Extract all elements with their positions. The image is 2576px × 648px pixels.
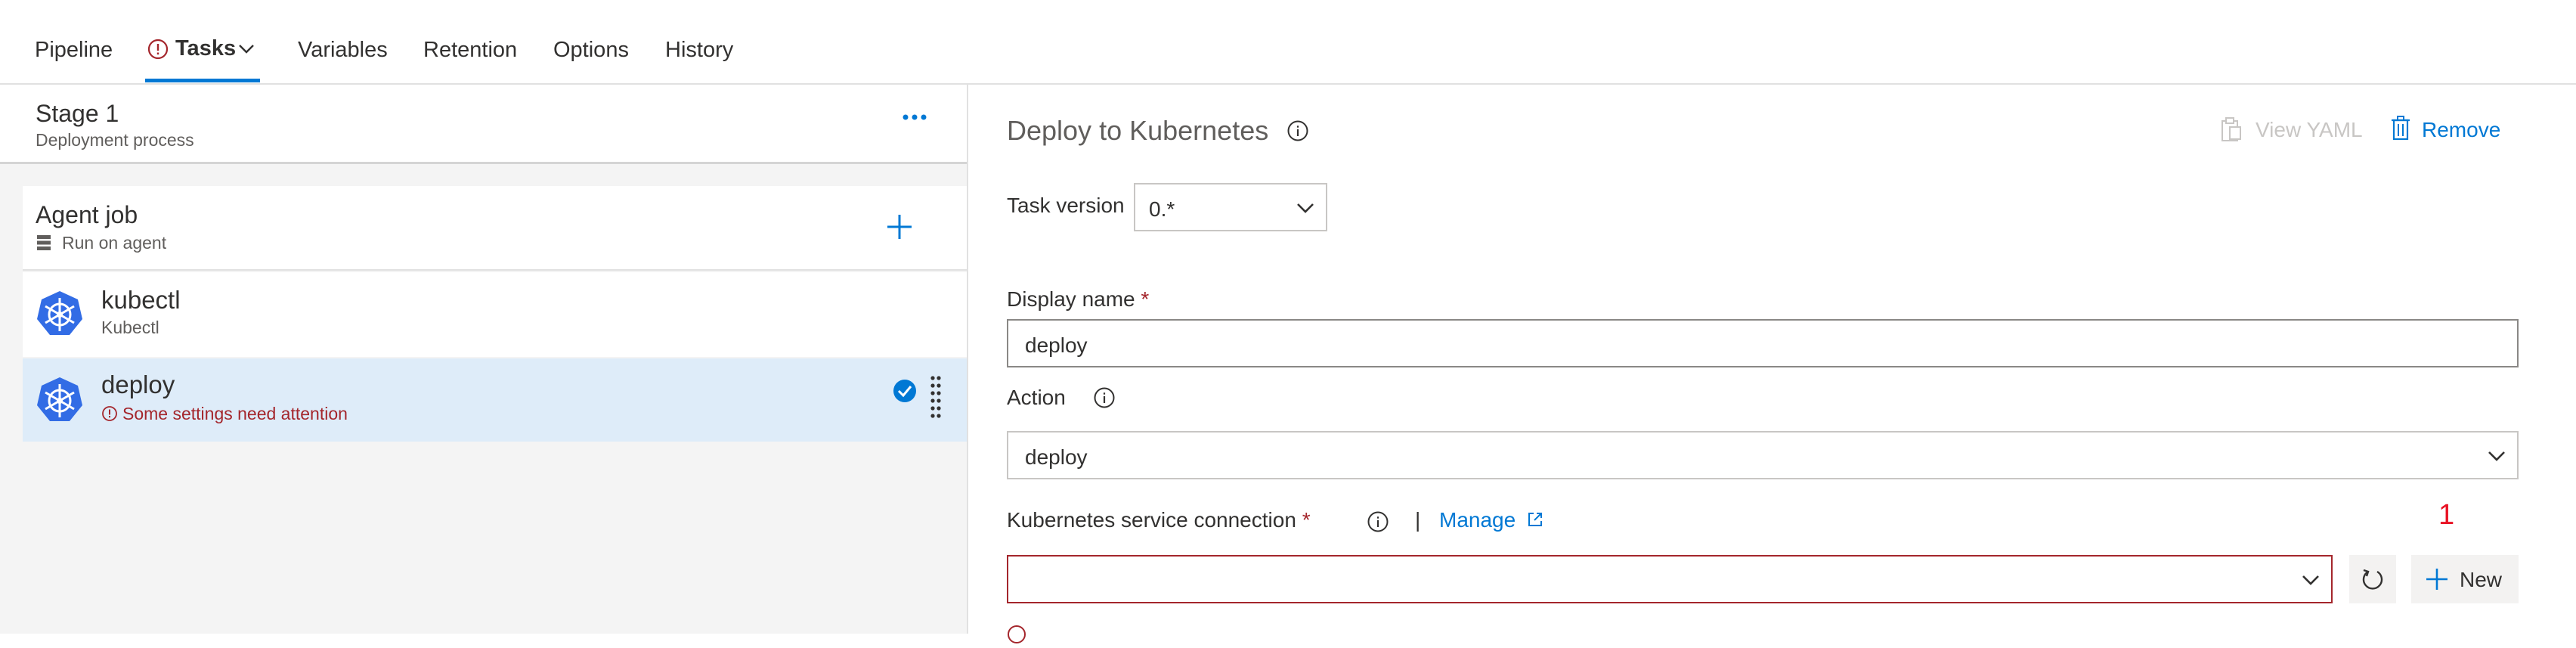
agent-job-subtitle: Run on agent xyxy=(62,233,167,253)
stage-header[interactable]: Stage 1 Deployment process xyxy=(0,85,967,164)
stage-title: Stage 1 xyxy=(36,100,119,127)
active-tab-indicator xyxy=(145,79,260,82)
trash-icon[interactable] xyxy=(2390,115,2411,141)
tab-pipeline[interactable]: Pipeline xyxy=(35,38,113,63)
yaml-clipboard-icon xyxy=(2219,116,2242,142)
display-name-input[interactable]: deploy xyxy=(1007,319,2519,367)
drag-handle-icon[interactable] xyxy=(930,375,942,422)
kubernetes-icon xyxy=(35,375,85,425)
task-name: kubectl xyxy=(101,286,181,314)
info-icon[interactable] xyxy=(1286,119,1309,142)
task-version-select[interactable]: 0.* xyxy=(1134,183,1327,231)
tab-variables[interactable]: Variables xyxy=(298,38,388,63)
error-icon xyxy=(147,38,169,60)
separator: | xyxy=(1415,508,1421,532)
k8s-connection-label: Kubernetes service connection * xyxy=(1007,508,1311,532)
chevron-down-icon xyxy=(2487,449,2506,467)
display-name-label: Display name * xyxy=(1007,287,1150,311)
k8s-connection-select[interactable] xyxy=(1007,555,2333,603)
tab-bar: Pipeline Tasks Variables Retention Optio… xyxy=(0,0,2576,85)
annotation-badge: 1 xyxy=(2438,499,2455,531)
stage-subtitle: Deployment process xyxy=(36,130,194,150)
task-version-value: 0.* xyxy=(1149,197,1175,221)
task-item-deploy[interactable]: deploy Some settings need attention xyxy=(23,358,967,442)
tab-history[interactable]: History xyxy=(665,38,733,63)
required-asterisk: * xyxy=(1141,287,1150,311)
external-link-icon[interactable] xyxy=(1527,511,1543,528)
server-icon xyxy=(36,234,51,251)
add-task-button[interactable] xyxy=(884,212,915,242)
warning-icon xyxy=(101,405,118,422)
agent-job-title: Agent job xyxy=(36,201,138,228)
error-icon xyxy=(1007,625,1026,644)
manage-link[interactable]: Manage xyxy=(1439,508,1516,532)
remove-button[interactable]: Remove xyxy=(2422,118,2500,142)
task-subtitle: Kubectl xyxy=(101,318,159,337)
chevron-down-icon xyxy=(1296,201,1315,219)
action-label: Action xyxy=(1007,386,1066,409)
chevron-down-icon xyxy=(2301,573,2321,591)
task-version-label: Task version xyxy=(1007,194,1125,217)
task-item-kubectl[interactable]: kubectl Kubectl xyxy=(23,272,967,357)
detail-title: Deploy to Kubernetes xyxy=(1007,115,1269,146)
refresh-button[interactable] xyxy=(2349,555,2396,603)
task-warning-text: Some settings need attention xyxy=(122,404,348,423)
action-value: deploy xyxy=(1025,445,1088,469)
action-select[interactable]: deploy xyxy=(1007,431,2519,479)
view-yaml-button[interactable]: View YAML xyxy=(2256,118,2363,142)
required-asterisk: * xyxy=(1302,508,1311,532)
tab-options[interactable]: Options xyxy=(553,38,629,63)
kubernetes-icon xyxy=(35,289,85,339)
tab-tasks[interactable]: Tasks xyxy=(175,36,236,61)
more-options-button[interactable] xyxy=(899,106,930,129)
tab-retention[interactable]: Retention xyxy=(423,38,517,63)
chevron-down-icon[interactable] xyxy=(237,42,255,60)
new-button-label: New xyxy=(2460,568,2503,591)
refresh-icon xyxy=(2361,567,2385,591)
info-icon[interactable] xyxy=(1367,510,1389,533)
agent-job-card[interactable]: Agent job Run on agent xyxy=(23,186,967,271)
new-connection-button[interactable]: New xyxy=(2411,555,2519,603)
info-icon[interactable] xyxy=(1093,386,1116,409)
plus-icon xyxy=(2425,567,2449,591)
display-name-value: deploy xyxy=(1025,333,1088,357)
task-name: deploy xyxy=(101,371,175,398)
checkbox-checked-icon[interactable] xyxy=(892,378,918,404)
